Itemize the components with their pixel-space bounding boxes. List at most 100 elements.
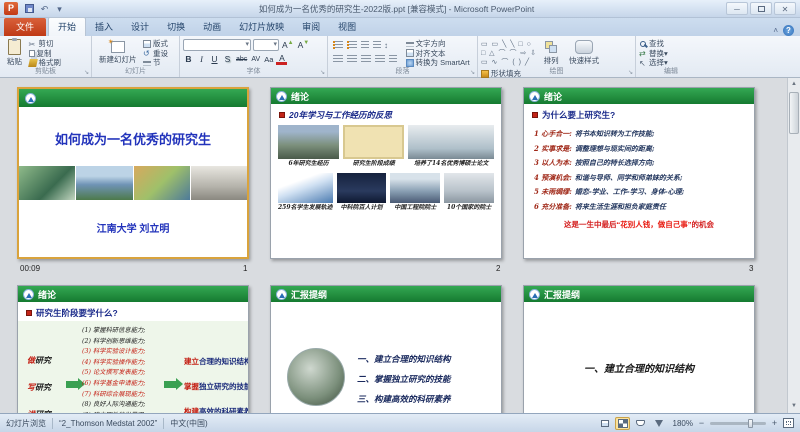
strikethrough-button[interactable]: abc — [235, 56, 248, 63]
align-left-icon[interactable] — [333, 55, 343, 63]
fit-to-window-button[interactable] — [783, 418, 794, 428]
scroll-up-icon[interactable]: ▲ — [788, 78, 800, 91]
align-text-button[interactable]: 对齐文本 — [406, 49, 470, 58]
line-spacing-icon[interactable]: ↕ — [384, 41, 388, 50]
campus-photo — [191, 166, 247, 200]
align-right-icon[interactable] — [361, 55, 371, 63]
change-case-button[interactable]: Aa — [263, 55, 274, 64]
reading-view-button[interactable] — [633, 417, 648, 430]
tab-animations[interactable]: 动画 — [194, 18, 230, 36]
new-slide-button[interactable]: 新建幻灯片 — [95, 38, 141, 68]
clipboard-icon — [8, 39, 21, 55]
font-color-button[interactable]: A — [276, 54, 287, 65]
scroll-down-icon[interactable]: ▼ — [788, 400, 800, 413]
collapse-ribbon-icon[interactable]: ˄ — [773, 26, 778, 35]
paragraph-dialog-launcher[interactable]: ↘ — [470, 69, 475, 76]
quick-styles-button[interactable]: 快速样式 — [565, 38, 603, 68]
font-dialog-launcher[interactable]: ↘ — [320, 69, 325, 76]
zoom-slider-thumb[interactable] — [748, 419, 753, 428]
tab-transitions[interactable]: 切换 — [158, 18, 194, 36]
decrease-indent-icon[interactable] — [361, 41, 369, 49]
app-icon[interactable]: P — [4, 2, 18, 15]
columns-icon[interactable] — [389, 55, 397, 63]
tab-view[interactable]: 视图 — [329, 18, 365, 36]
close-button[interactable]: ✕ — [774, 2, 796, 15]
font-size-select[interactable] — [253, 39, 279, 51]
select-button[interactable]: 选择 ▾ — [639, 58, 668, 67]
bullets-icon[interactable] — [333, 41, 343, 49]
format-painter-button[interactable]: 格式刷 — [29, 58, 62, 67]
restore-button[interactable] — [750, 2, 772, 15]
undo-button[interactable]: ↶ — [37, 2, 52, 16]
group-font: A▲ A▼ B I U S abc AV Aa A 字体 ↘ — [180, 36, 328, 77]
increase-indent-icon[interactable] — [373, 41, 381, 49]
tab-home[interactable]: 开始 — [48, 17, 86, 36]
university-logo-icon — [529, 289, 540, 300]
character-spacing-button[interactable]: AV — [250, 56, 261, 63]
text-direction-icon — [406, 42, 414, 47]
slide-thumbnail-4[interactable]: 绪论 研究生阶段要学什么? 做研究 写研究 讲研究 (1) 掌握科研信息能力; … — [17, 285, 249, 413]
arrange-icon — [545, 41, 557, 53]
text-direction-button[interactable]: 文字方向 — [406, 39, 470, 48]
bullet-square-icon — [532, 112, 538, 118]
zoom-slider[interactable] — [710, 422, 766, 425]
scrollbar-thumb[interactable] — [789, 92, 799, 134]
slide-sorter-canvas[interactable]: 如何成为一名优秀的研究生 江南大学 刘立明 00:09 1 绪论 20年学习与工… — [0, 78, 787, 413]
help-icon[interactable]: ? — [783, 25, 794, 36]
slide-thumbnail-5[interactable]: 汇报提纲 一、建立合理的知识结构 二、掌握独立研究的技能 三、构建高效的科研素养 — [270, 285, 502, 413]
italic-button[interactable]: I — [196, 54, 207, 64]
zoom-in-button[interactable]: + — [769, 418, 780, 428]
paste-button[interactable]: 粘贴 — [3, 38, 26, 68]
normal-view-button[interactable] — [597, 417, 612, 430]
green-arrow-icon — [164, 381, 176, 388]
underline-button[interactable]: U — [209, 54, 220, 64]
university-logo-icon — [276, 91, 287, 102]
save-button[interactable] — [22, 1, 37, 17]
tab-insert[interactable]: 插入 — [86, 18, 122, 36]
theme-name[interactable]: “2_Thomson Medstat 2002” — [59, 419, 157, 428]
quick-access-dropdown[interactable]: ▾ — [52, 2, 67, 16]
group-drawing: ▭ ▭ ╲ ╲ □ ○ □ △ ⌒ ⌒ ⇨ ⇩ ▭ ∿ ⌒ ( ) ╱ 排列 快… — [478, 36, 636, 77]
slide-header-band: 汇报提纲 — [271, 286, 501, 302]
justify-icon[interactable] — [375, 55, 385, 63]
bold-button[interactable]: B — [183, 54, 194, 64]
slide4-diagram: 做研究 写研究 讲研究 (1) 掌握科研信息能力; (2) 科学创新思维能力; … — [18, 321, 248, 413]
tab-file[interactable]: 文件 — [4, 18, 46, 36]
slide-thumbnail-1[interactable]: 如何成为一名优秀的研究生 江南大学 刘立明 — [17, 87, 249, 259]
arrange-button[interactable]: 排列 — [540, 38, 563, 68]
layout-button[interactable]: 版式 — [143, 39, 168, 48]
zoom-out-button[interactable]: − — [696, 418, 707, 428]
font-family-select[interactable] — [183, 39, 251, 51]
drawing-dialog-launcher[interactable]: ↘ — [628, 69, 633, 76]
zoom-level[interactable]: 180% — [669, 419, 693, 428]
grow-font-button[interactable]: A▲ — [281, 40, 295, 50]
shadow-button[interactable]: S — [222, 54, 233, 64]
university-logo-icon — [276, 289, 287, 300]
slide-thumbnail-3[interactable]: 绪论 为什么要上研究生? 1 心手合一:将书本知识转为工作技能; 2 实事求是:… — [523, 87, 755, 259]
slide-thumbnail-6[interactable]: 汇报提纲 一、建立合理的知识结构 — [523, 285, 755, 413]
align-center-icon[interactable] — [347, 55, 357, 63]
photo-academician — [390, 173, 440, 203]
smartart-button[interactable]: 转换为 SmartArt — [406, 58, 470, 67]
find-button[interactable]: 查找 — [639, 39, 668, 48]
language-indicator[interactable]: 中文(中国) — [170, 418, 207, 429]
shrink-font-button[interactable]: A▼ — [297, 40, 311, 50]
replace-button[interactable]: 替换 ▾ — [639, 49, 668, 58]
clipboard-dialog-launcher[interactable]: ↘ — [84, 69, 89, 76]
tab-design[interactable]: 设计 — [122, 18, 158, 36]
cut-button[interactable]: 剪切 — [29, 39, 62, 48]
campus-photo — [76, 166, 132, 200]
minimize-button[interactable]: ─ — [726, 2, 748, 15]
numbering-icon[interactable] — [347, 41, 357, 49]
reset-button[interactable]: 重设 — [143, 49, 168, 58]
tab-review[interactable]: 审阅 — [293, 18, 329, 36]
vertical-scrollbar[interactable]: ▲ ▼ — [787, 78, 800, 413]
tab-slideshow[interactable]: 幻灯片放映 — [230, 18, 293, 36]
section-button[interactable]: 节 — [143, 58, 168, 67]
copy-button[interactable]: 复制 — [29, 49, 62, 58]
slideshow-button[interactable] — [651, 417, 666, 430]
slide-thumbnail-2[interactable]: 绪论 20年学习与工作经历的反思 6年研究生经历 研究生阶段成绩 培养了14名优… — [270, 87, 502, 259]
slide-sorter-view-button[interactable] — [615, 417, 630, 430]
shapes-gallery[interactable]: ▭ ▭ ╲ ╲ □ ○ □ △ ⌒ ⌒ ⇨ ⇩ ▭ ∿ ⌒ ( ) ╱ — [481, 38, 537, 68]
divider — [52, 418, 53, 429]
